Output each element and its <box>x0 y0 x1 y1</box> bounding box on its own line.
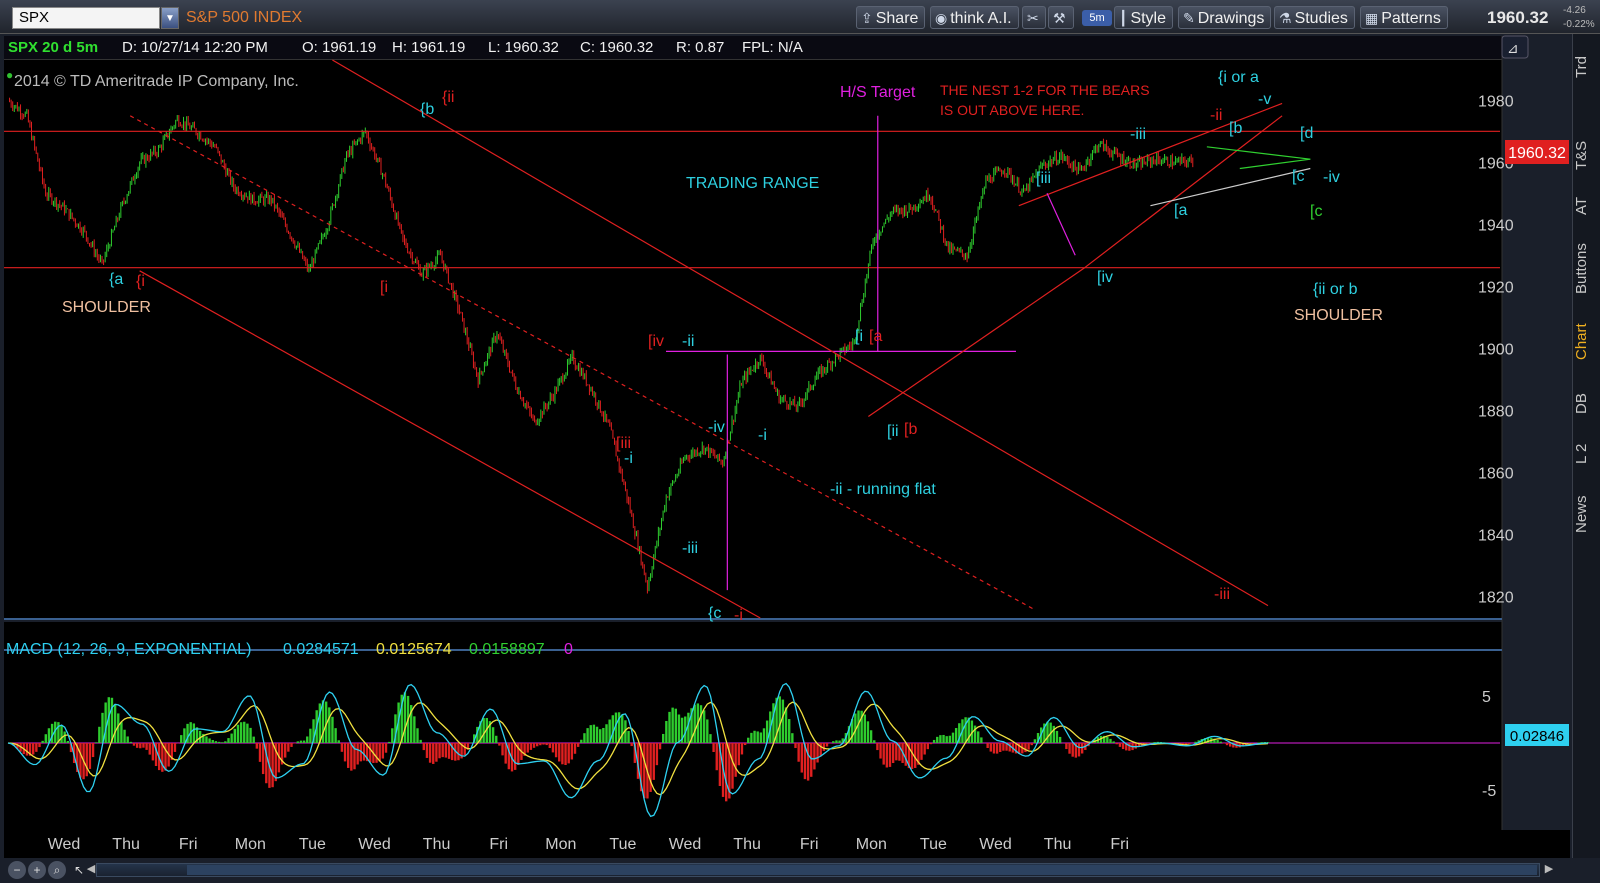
last-price-badge-label: 1960.32 <box>1508 145 1566 162</box>
x-tick-label: Wed <box>669 836 702 853</box>
x-tick-label: Thu <box>733 836 761 853</box>
annotation: -ii <box>1210 107 1222 124</box>
annotation: {ii or b <box>1313 281 1358 298</box>
x-tick-label: Mon <box>545 836 576 853</box>
price-pane <box>4 60 1502 618</box>
annotation: H/S Target <box>840 84 916 101</box>
x-tick-label: Wed <box>979 836 1012 853</box>
macd-legend-diff: 0.0158897 <box>469 641 545 658</box>
annotation: [a <box>1174 202 1187 219</box>
annotation: SHOULDER <box>1294 307 1383 324</box>
x-tick-label: Tue <box>299 836 326 853</box>
x-tick-label: Tue <box>920 836 947 853</box>
annotation: SHOULDER <box>62 299 151 316</box>
annotation: {i or a <box>1218 69 1259 86</box>
x-tick-label: Tue <box>609 836 636 853</box>
annotation: {c <box>708 605 721 622</box>
copyright: 2014 © TD Ameritrade IP Company, Inc. <box>14 73 299 90</box>
scroll-right-arrow[interactable]: ▶ <box>1542 862 1556 878</box>
x-tick-label: Mon <box>856 836 887 853</box>
zoom-in-button[interactable]: + <box>28 861 46 879</box>
annotation: THE NEST 1-2 FOR THE BEARS <box>940 82 1150 98</box>
macd-value-badge-label: 0.02846 <box>1510 728 1564 745</box>
macd-legend-avg: 0.0125674 <box>376 641 452 658</box>
annotation: -i <box>734 607 743 624</box>
annotation: -i <box>758 427 767 444</box>
macd-y-tick-label: 5 <box>1482 689 1491 706</box>
annotation: [a <box>869 328 882 345</box>
annotation: -iii <box>1130 126 1146 143</box>
annotation: [b <box>1229 120 1242 137</box>
annotation: {ii <box>442 89 454 106</box>
annotation: -iv <box>708 419 725 436</box>
x-tick-label: Wed <box>358 836 391 853</box>
annotation: {a <box>109 271 123 288</box>
annotation: -iii <box>1214 586 1230 603</box>
scroll-thumb[interactable] <box>187 865 1537 875</box>
globe-icon: ● <box>6 68 13 82</box>
y-tick-label: 1980 <box>1478 93 1514 110</box>
macd-legend-value: 0.0284571 <box>283 641 359 658</box>
y-tick-label: 1920 <box>1478 279 1514 296</box>
annotation: -ii - running flat <box>830 481 936 498</box>
y-tick-label: 1880 <box>1478 403 1514 420</box>
annotation: [b <box>904 421 917 438</box>
x-tick-label: Thu <box>112 836 140 853</box>
y-tick-label: 1940 <box>1478 217 1514 234</box>
annotation: {b <box>420 101 434 118</box>
chart-style-icon: ⊿ <box>1507 41 1519 57</box>
annotation: -i <box>624 450 633 467</box>
x-tick-label: Fri <box>489 836 508 853</box>
horizontal-scrollbar[interactable] <box>96 863 1540 877</box>
zoom-out-button[interactable]: − <box>8 861 26 879</box>
annotation: TRADING RANGE <box>686 175 819 192</box>
x-tick-label: Fri <box>800 836 819 853</box>
annotation: [iv <box>1097 269 1113 286</box>
annotation: [ii <box>887 423 899 440</box>
magnifier-icon[interactable]: ⌕ <box>48 861 66 879</box>
x-tick-label: Fri <box>179 836 198 853</box>
x-tick-label: Mon <box>235 836 266 853</box>
annotation: -iv <box>1323 169 1340 186</box>
annotation: [c <box>1310 203 1322 220</box>
y-tick-label: 1860 <box>1478 465 1514 482</box>
annotation: IS OUT ABOVE HERE. <box>940 102 1084 118</box>
y-tick-label: 1840 <box>1478 527 1514 544</box>
macd-title: MACD (12, 26, 9, EXPONENTIAL) <box>6 641 251 658</box>
annotation: [c <box>1292 168 1304 185</box>
macd-y-tick-label: -5 <box>1482 783 1496 800</box>
annotation: [i <box>380 279 388 296</box>
macd-legend-zero: 0 <box>564 641 573 658</box>
y-tick-label: 1900 <box>1478 341 1514 358</box>
annotation: [i <box>855 328 863 345</box>
annotation: -iii <box>682 540 698 557</box>
x-tick-label: Fri <box>1110 836 1129 853</box>
chart-area[interactable]: 182018401860188019001920194019601980Wed T… <box>0 0 1600 883</box>
x-tick-label: Wed <box>48 836 81 853</box>
annotation: [iv <box>648 333 664 350</box>
x-tick-label: Thu <box>423 836 451 853</box>
x-tick-label: Thu <box>1044 836 1072 853</box>
annotation: -v <box>1258 91 1271 108</box>
annotation: -ii <box>682 333 694 350</box>
annotation: {i <box>136 273 145 290</box>
annotation: [d <box>1300 125 1313 142</box>
y-tick-label: 1820 <box>1478 589 1514 606</box>
annotation: [iii <box>1036 170 1051 187</box>
